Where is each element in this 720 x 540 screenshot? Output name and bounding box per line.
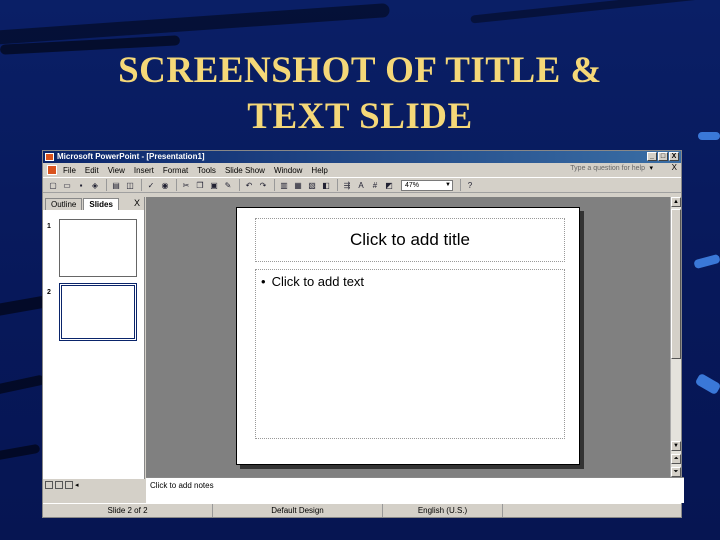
- save-icon[interactable]: ▪: [75, 180, 87, 191]
- minimize-button[interactable]: _: [647, 152, 657, 161]
- new-icon[interactable]: ▢: [47, 180, 59, 191]
- background-streak: [0, 443, 41, 462]
- slides-pane: Outline Slides X 1 2 ◂: [43, 197, 145, 491]
- notes-pane[interactable]: Click to add notes: [146, 477, 684, 503]
- slide-title-line-2: TEXT SLIDE: [247, 96, 473, 137]
- menu-insert[interactable]: Insert: [134, 166, 154, 175]
- toolbar-separator: [274, 179, 275, 191]
- redo-icon[interactable]: ↷: [257, 180, 269, 191]
- close-pane-button[interactable]: X: [134, 198, 140, 208]
- menu-file[interactable]: File: [63, 166, 76, 175]
- pane-tabs: Outline Slides X: [43, 197, 144, 210]
- chevron-down-icon: ▼: [445, 181, 451, 188]
- zoom-value: 47%: [405, 181, 420, 189]
- insert-picture-icon[interactable]: ◧: [320, 180, 332, 191]
- powerpoint-window: Microsoft PowerPoint - [Presentation1] _…: [42, 150, 684, 518]
- spelling-icon[interactable]: ✓: [145, 180, 157, 191]
- slide-editing-area: Click to add title • Click to add text: [146, 197, 672, 477]
- slide-title-line-1: SCREENSHOT OF TITLE &: [118, 50, 602, 91]
- standard-toolbar: ▢ ▭ ▪ ◈ ▤ ◫ ✓ ◉ ✂ ❐ ▣ ✎ ↶ ↷ ▥ ▦ ▧ ◧ ⇶ A …: [43, 177, 681, 193]
- toolbar-separator: [460, 179, 461, 191]
- toolbar-separator: [176, 179, 177, 191]
- slide-show-icon[interactable]: [65, 481, 73, 489]
- window-title: Microsoft PowerPoint - [Presentation1]: [57, 152, 205, 161]
- scroll-down-icon[interactable]: ▼: [671, 441, 681, 451]
- next-slide-icon[interactable]: ⏷: [671, 467, 681, 477]
- print-preview-icon[interactable]: ◫: [124, 180, 136, 191]
- toolbar-separator: [141, 179, 142, 191]
- background-streak: [0, 374, 46, 396]
- slide-title: SCREENSHOT OF TITLE & TEXT SLIDE: [0, 48, 720, 140]
- previous-slide-icon[interactable]: ⏶: [671, 454, 681, 464]
- scroll-thumb[interactable]: [671, 209, 681, 359]
- slide-number-2: 2: [47, 289, 51, 296]
- menu-tools[interactable]: Tools: [197, 166, 216, 175]
- zoom-select[interactable]: 47% ▼: [401, 179, 453, 191]
- scroll-up-icon[interactable]: ▲: [671, 197, 681, 207]
- menubar: File Edit View Insert Format Tools Slide…: [43, 163, 681, 177]
- bullet-glyph: •: [261, 274, 266, 289]
- menu-slide-show[interactable]: Slide Show: [225, 166, 265, 175]
- permission-icon[interactable]: ◈: [89, 180, 101, 191]
- scroll-left-icon[interactable]: ◂: [75, 481, 79, 489]
- tables-borders-icon[interactable]: ▧: [306, 180, 318, 191]
- vertical-scrollbar[interactable]: ▲ ▼ ⏶ ⏷: [670, 197, 681, 477]
- slide-number-1: 1: [47, 223, 51, 230]
- slide-thumbnail-1[interactable]: [59, 219, 137, 277]
- menu-window[interactable]: Window: [274, 166, 302, 175]
- expand-all-icon[interactable]: ⇶: [341, 180, 353, 191]
- body-placeholder[interactable]: • Click to add text: [255, 269, 565, 439]
- format-painter-icon[interactable]: ✎: [222, 180, 234, 191]
- undo-icon[interactable]: ↶: [243, 180, 255, 191]
- powerpoint-app-icon: [45, 153, 54, 161]
- color-grayscale-icon[interactable]: ◩: [383, 180, 395, 191]
- status-bar: Slide 2 of 2 Default Design English (U.S…: [43, 503, 681, 517]
- paste-icon[interactable]: ▣: [208, 180, 220, 191]
- toolbar-separator: [337, 179, 338, 191]
- menu-format[interactable]: Format: [163, 166, 188, 175]
- notes-placeholder: Click to add notes: [150, 481, 214, 490]
- show-formatting-icon[interactable]: A: [355, 180, 367, 191]
- toolbar-separator: [106, 179, 107, 191]
- slide-sorter-icon[interactable]: [55, 481, 63, 489]
- normal-view-icon[interactable]: [45, 481, 53, 489]
- status-design: Default Design: [213, 504, 383, 517]
- menu-view[interactable]: View: [108, 166, 125, 175]
- menu-edit[interactable]: Edit: [85, 166, 99, 175]
- slide-thumbnail-2[interactable]: [59, 283, 137, 341]
- background-accent: [694, 372, 720, 396]
- close-window-button[interactable]: X: [669, 152, 679, 161]
- research-icon[interactable]: ◉: [159, 180, 171, 191]
- open-icon[interactable]: ▭: [61, 180, 73, 191]
- ask-dropdown-icon[interactable]: ▾: [649, 164, 653, 172]
- ask-question-box[interactable]: Type a question for help: [570, 165, 645, 172]
- help-icon[interactable]: ?: [464, 180, 476, 191]
- cut-icon[interactable]: ✂: [180, 180, 192, 191]
- insert-chart-icon[interactable]: ▥: [278, 180, 290, 191]
- document-icon[interactable]: [47, 165, 57, 175]
- toolbar-separator: [239, 179, 240, 191]
- view-buttons: ◂: [43, 479, 145, 491]
- tab-slides[interactable]: Slides: [83, 198, 119, 210]
- status-language: English (U.S.): [383, 504, 503, 517]
- insert-table-icon[interactable]: ▦: [292, 180, 304, 191]
- background-streak: [470, 0, 720, 24]
- status-slide-position: Slide 2 of 2: [43, 504, 213, 517]
- show-grid-icon[interactable]: #: [369, 180, 381, 191]
- body-placeholder-text: Click to add text: [271, 274, 365, 289]
- tab-outline[interactable]: Outline: [45, 198, 83, 210]
- current-slide: Click to add title • Click to add text: [236, 207, 580, 465]
- menu-help[interactable]: Help: [311, 166, 327, 175]
- print-icon[interactable]: ▤: [110, 180, 122, 191]
- background-accent: [693, 253, 720, 270]
- maximize-button[interactable]: □: [658, 152, 668, 161]
- status-empty: [503, 504, 681, 517]
- background-streak: [0, 3, 390, 47]
- copy-icon[interactable]: ❐: [194, 180, 206, 191]
- window-titlebar: Microsoft PowerPoint - [Presentation1] _…: [43, 151, 681, 163]
- title-placeholder[interactable]: Click to add title: [255, 218, 565, 262]
- close-document-button[interactable]: X: [672, 163, 677, 172]
